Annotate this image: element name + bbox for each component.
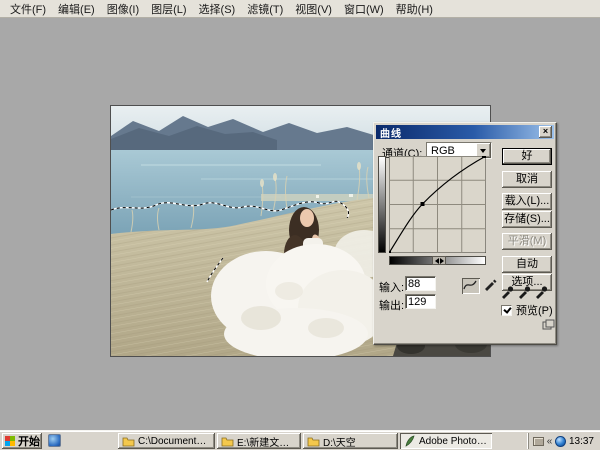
- close-icon[interactable]: ×: [539, 126, 552, 138]
- menu-view[interactable]: 视图(V): [289, 0, 338, 18]
- gray-point-eyedropper-icon[interactable]: [517, 284, 532, 299]
- taskbar-item-documents[interactable]: C:\Documents and Settin...: [118, 433, 215, 449]
- taskbar-clock[interactable]: 13:37: [569, 436, 594, 447]
- photoshop-window: 文件(F) 编辑(E) 图像(I) 图层(L) 选择(S) 滤镜(T) 视图(V…: [0, 0, 600, 450]
- menu-image[interactable]: 图像(I): [101, 0, 145, 18]
- output-value-field[interactable]: [405, 294, 436, 309]
- menu-filter[interactable]: 滤镜(T): [241, 0, 289, 18]
- curve-grid[interactable]: [389, 156, 486, 253]
- network-tray-icon[interactable]: [555, 436, 566, 447]
- ok-button[interactable]: 好: [502, 148, 552, 165]
- curve-endpoint-high: [482, 156, 486, 158]
- curve-point-selected: [421, 202, 425, 206]
- quick-launch-area: [48, 434, 61, 447]
- start-button[interactable]: 开始: [2, 433, 42, 449]
- menu-help[interactable]: 帮助(H): [390, 0, 439, 18]
- photoshop-feather-icon: [404, 435, 416, 447]
- menu-bar: 文件(F) 编辑(E) 图像(I) 图层(L) 选择(S) 滤镜(T) 视图(V…: [0, 0, 600, 18]
- curve-endpoint-low: [389, 251, 391, 253]
- windows-logo-icon: [5, 436, 15, 446]
- resize-grip-icon[interactable]: [542, 319, 555, 330]
- menu-edit[interactable]: 编辑(E): [52, 0, 101, 18]
- dialog-title: 曲线: [376, 125, 402, 140]
- gradient-flip-toggle[interactable]: [432, 256, 446, 265]
- menu-window[interactable]: 窗口(W): [338, 0, 390, 18]
- tray-expand-chevron-icon[interactable]: «: [547, 436, 553, 447]
- auto-button[interactable]: 自动: [502, 256, 552, 273]
- folder-icon: [122, 436, 135, 447]
- output-gradient-bar: [378, 156, 386, 253]
- curves-dialog: 曲线 × 通道(C): RGB 输入: 输出:: [373, 122, 557, 345]
- system-tray: « 13:37: [528, 433, 598, 449]
- menu-file[interactable]: 文件(F): [4, 0, 52, 18]
- folder-icon: [307, 436, 320, 447]
- taskbar-item-sky-folder[interactable]: D:\天空: [303, 433, 398, 449]
- smooth-button: 平滑(M): [502, 233, 552, 250]
- pencil-tool-button[interactable]: [482, 278, 500, 294]
- output-label: 输出:: [379, 297, 404, 313]
- preview-checkbox[interactable]: [501, 305, 512, 316]
- taskbar-item-new-folder[interactable]: E:\新建文件夹: [217, 433, 301, 449]
- cancel-button[interactable]: 取消: [502, 171, 552, 188]
- white-point-eyedropper-icon[interactable]: [534, 284, 549, 299]
- curve-tool-icon: [462, 278, 478, 292]
- input-label: 输入:: [379, 279, 404, 295]
- input-gradient-bar: [389, 256, 486, 265]
- input-value-field[interactable]: [405, 276, 436, 291]
- save-button[interactable]: 存储(S)...: [502, 211, 552, 228]
- pencil-icon: [482, 278, 498, 292]
- start-label: 开始: [18, 433, 40, 449]
- show-desktop-icon[interactable]: [48, 434, 61, 447]
- black-point-eyedropper-icon[interactable]: [500, 284, 515, 299]
- preview-checkbox-row[interactable]: 预览(P): [501, 302, 553, 318]
- hardware-tray-icon[interactable]: [533, 437, 544, 446]
- load-button[interactable]: 载入(L)...: [502, 193, 552, 210]
- taskbar-item-photoshop[interactable]: Adobe Photoshop: [400, 433, 492, 449]
- menu-select[interactable]: 选择(S): [193, 0, 242, 18]
- dialog-titlebar[interactable]: 曲线 ×: [376, 125, 554, 139]
- preview-label: 预览(P): [516, 302, 553, 318]
- folder-icon: [221, 436, 234, 447]
- taskbar: 开始 C:\Documents and Settin... E:\新建文件夹 D…: [0, 430, 600, 450]
- curve-tool-button[interactable]: [462, 278, 480, 294]
- menu-layer[interactable]: 图层(L): [145, 0, 192, 18]
